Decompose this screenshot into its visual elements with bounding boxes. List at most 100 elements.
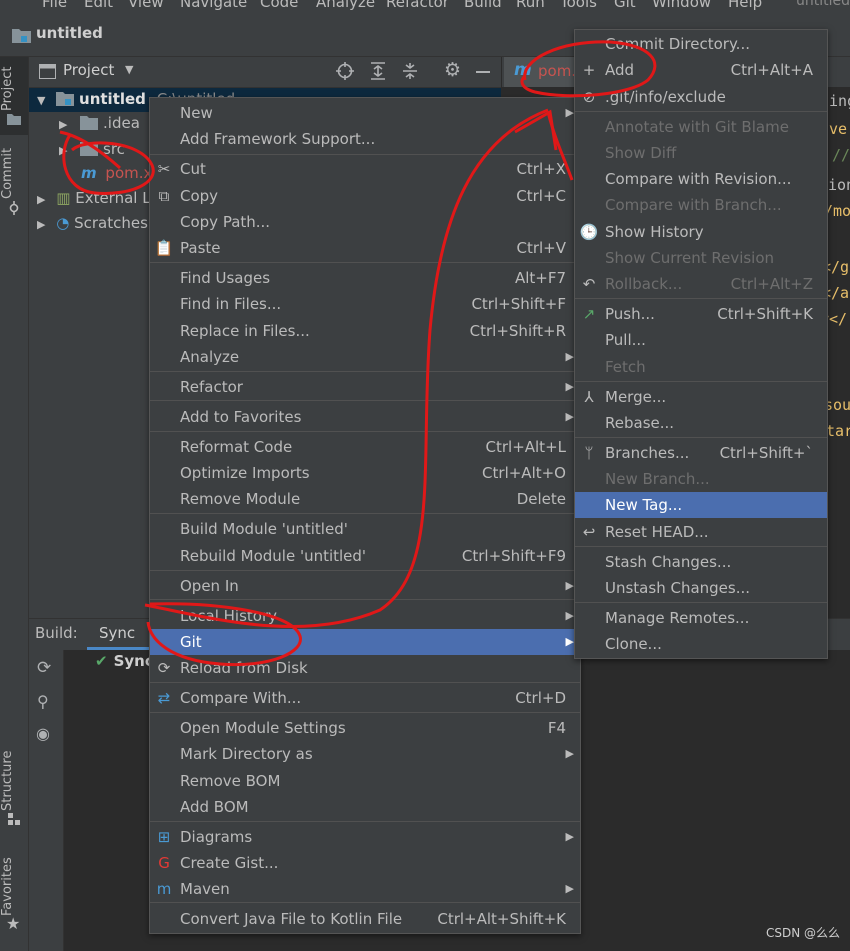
- menu-item-commit-directory[interactable]: Commit Directory...: [575, 31, 827, 57]
- menu-item-analyze[interactable]: Analyze ▶: [150, 344, 580, 370]
- menu-item-shortcut: F4: [547, 719, 566, 737]
- menu-item-rebuild-module-untitled[interactable]: Rebuild Module 'untitled' Ctrl+Shift+F9: [150, 543, 580, 569]
- favorites-tool-tab[interactable]: Favorites ★: [0, 852, 28, 942]
- menu-item-new-branch[interactable]: New Branch...: [575, 466, 827, 492]
- breadcrumb-project[interactable]: untitled: [36, 24, 103, 42]
- menu-item-mark-directory-as[interactable]: Mark Directory as ▶: [150, 741, 580, 767]
- menu-item-add-framework-support[interactable]: Add Framework Support...: [150, 126, 580, 152]
- submenu-arrow-icon: ▶: [565, 579, 574, 592]
- menu-separator: [575, 437, 827, 438]
- eye-icon[interactable]: ◉: [36, 724, 50, 743]
- chevron-down-icon[interactable]: ▼: [125, 63, 133, 76]
- code-fragment: tar: [826, 422, 850, 440]
- menu-item-compare-with-branch[interactable]: Compare with Branch...: [575, 192, 827, 218]
- menu-item-find-usages[interactable]: Find Usages Alt+F7: [150, 265, 580, 291]
- menu-file[interactable]: File: [42, 0, 67, 11]
- menu-window[interactable]: Window: [652, 0, 711, 11]
- menu-item-compare-with[interactable]: ⇄ Compare With... Ctrl+D: [150, 685, 580, 711]
- menu-item-build-module-untitled[interactable]: Build Module 'untitled': [150, 516, 580, 542]
- menu-item-git[interactable]: Git ▶: [150, 629, 580, 655]
- menu-item-reformat-code[interactable]: Reformat Code Ctrl+Alt+L: [150, 434, 580, 460]
- plus-icon: +: [582, 61, 596, 79]
- commit-tool-tab[interactable]: Commit: [0, 148, 28, 229]
- locate-icon[interactable]: [336, 62, 354, 80]
- menu-item-remove-module[interactable]: Remove Module Delete: [150, 486, 580, 512]
- menu-item-remove-bom[interactable]: Remove BOM: [150, 768, 580, 794]
- menu-item-manage-remotes[interactable]: Manage Remotes...: [575, 605, 827, 631]
- menu-item-annotate-with-git-blame[interactable]: Annotate with Git Blame: [575, 114, 827, 140]
- menu-view[interactable]: View: [128, 0, 164, 11]
- expand-all-icon[interactable]: [370, 62, 386, 80]
- menu-item-rollback[interactable]: ↶ Rollback... Ctrl+Alt+Z: [575, 271, 827, 297]
- menu-item-new[interactable]: New ▶: [150, 100, 580, 126]
- menu-item-unstash-changes[interactable]: Unstash Changes...: [575, 575, 827, 601]
- menu-item-new-tag[interactable]: New Tag...: [575, 492, 827, 518]
- menu-item-show-history[interactable]: 🕒 Show History: [575, 219, 827, 245]
- menu-item-rebase[interactable]: Rebase...: [575, 410, 827, 436]
- menu-item-label: Mark Directory as: [180, 745, 313, 763]
- build-tab-sync[interactable]: Sync: [87, 619, 149, 650]
- structure-tool-tab[interactable]: Structure: [0, 747, 28, 837]
- menu-edit[interactable]: Edit: [84, 0, 113, 11]
- menu-item-label: Unstash Changes...: [605, 579, 751, 597]
- menu-item-merge[interactable]: ⅄ Merge...: [575, 384, 827, 410]
- tree-item-idea[interactable]: ▶ .idea: [59, 114, 140, 132]
- menu-item-pull[interactable]: Pull...: [575, 327, 827, 353]
- menu-code[interactable]: Code: [260, 0, 298, 11]
- menu-item-show-current-revision[interactable]: Show Current Revision: [575, 245, 827, 271]
- menu-item-shortcut: Ctrl+Shift+F9: [461, 547, 566, 565]
- menu-item-find-in-files[interactable]: Find in Files... Ctrl+Shift+F: [150, 291, 580, 317]
- gear-icon[interactable]: ⚙: [444, 59, 461, 81]
- menu-item-open-in[interactable]: Open In ▶: [150, 573, 580, 599]
- menu-help[interactable]: Help: [728, 0, 762, 11]
- menu-item-label: Remove BOM: [180, 772, 281, 790]
- menu-item-fetch[interactable]: Fetch: [575, 354, 827, 380]
- menu-item-clone[interactable]: Clone...: [575, 631, 827, 657]
- tree-item-src[interactable]: ▶ src: [59, 140, 125, 158]
- favorites-tool-label: Favorites: [0, 857, 15, 916]
- pin-icon[interactable]: ⚲: [37, 692, 49, 711]
- project-tool-tab[interactable]: Project: [0, 57, 28, 135]
- refresh-icon[interactable]: ⟳: [37, 658, 51, 678]
- menu-build[interactable]: Build: [464, 0, 502, 11]
- submenu-arrow-icon: ▶: [565, 747, 574, 760]
- minimize-icon[interactable]: [476, 71, 490, 73]
- menu-item-convert-java-file-to-kotlin-file[interactable]: Convert Java File to Kotlin File Ctrl+Alt…: [150, 906, 580, 932]
- menu-item-refactor[interactable]: Refactor ▶: [150, 374, 580, 400]
- menu-item-local-history[interactable]: Local History ▶: [150, 603, 580, 629]
- menu-item-paste[interactable]: 📋 Paste Ctrl+V: [150, 235, 580, 261]
- menu-item-add-to-favorites[interactable]: Add to Favorites ▶: [150, 404, 580, 430]
- menu-item-create-gist[interactable]: G Create Gist...: [150, 850, 580, 876]
- menu-git[interactable]: Git: [614, 0, 636, 11]
- menu-item-diagrams[interactable]: ⊞ Diagrams ▶: [150, 824, 580, 850]
- menu-item-reload-from-disk[interactable]: ⟳ Reload from Disk: [150, 655, 580, 681]
- menu-navigate[interactable]: Navigate: [180, 0, 247, 11]
- menu-run[interactable]: Run: [516, 0, 545, 11]
- menu-item-shortcut: Ctrl+Shift+K: [717, 305, 813, 323]
- menu-analyze[interactable]: Analyze: [316, 0, 375, 11]
- module-folder-icon: [56, 92, 75, 106]
- menu-item-replace-in-files[interactable]: Replace in Files... Ctrl+Shift+R: [150, 318, 580, 344]
- menu-item-maven[interactable]: m Maven ▶: [150, 876, 580, 902]
- project-view-selector[interactable]: Project: [63, 61, 114, 79]
- menu-item-show-diff[interactable]: Show Diff: [575, 140, 827, 166]
- menu-item-compare-with-revision[interactable]: Compare with Revision...: [575, 166, 827, 192]
- menu-item-push[interactable]: ↗ Push... Ctrl+Shift+K: [575, 301, 827, 327]
- menu-item-git-info-exclude[interactable]: ⊘ .git/info/exclude: [575, 84, 827, 110]
- project-context-menu: New ▶ Add Framework Support... ✂ Cut Ctrl+X ⧉ C…: [149, 97, 581, 934]
- menu-item-cut[interactable]: ✂ Cut Ctrl+X: [150, 156, 580, 182]
- push-icon: ↗: [582, 305, 596, 323]
- menu-item-optimize-imports[interactable]: Optimize Imports Ctrl+Alt+O: [150, 460, 580, 486]
- menu-item-copy-path[interactable]: Copy Path...: [150, 209, 580, 235]
- collapse-all-icon[interactable]: [402, 62, 418, 80]
- menu-item-copy[interactable]: ⧉ Copy Ctrl+C: [150, 183, 580, 209]
- menu-item-branches[interactable]: ᛘ Branches... Ctrl+Shift+`: [575, 440, 827, 466]
- menu-item-add[interactable]: + Add Ctrl+Alt+A: [575, 57, 827, 83]
- menu-item-shortcut: Ctrl+V: [516, 239, 566, 257]
- menu-refactor[interactable]: Refactor: [386, 0, 449, 11]
- menu-item-add-bom[interactable]: Add BOM: [150, 794, 580, 820]
- menu-item-open-module-settings[interactable]: Open Module Settings F4: [150, 715, 580, 741]
- menu-item-reset-head[interactable]: ↩ Reset HEAD...: [575, 519, 827, 545]
- menu-tools[interactable]: Tools: [560, 0, 597, 11]
- menu-item-stash-changes[interactable]: Stash Changes...: [575, 549, 827, 575]
